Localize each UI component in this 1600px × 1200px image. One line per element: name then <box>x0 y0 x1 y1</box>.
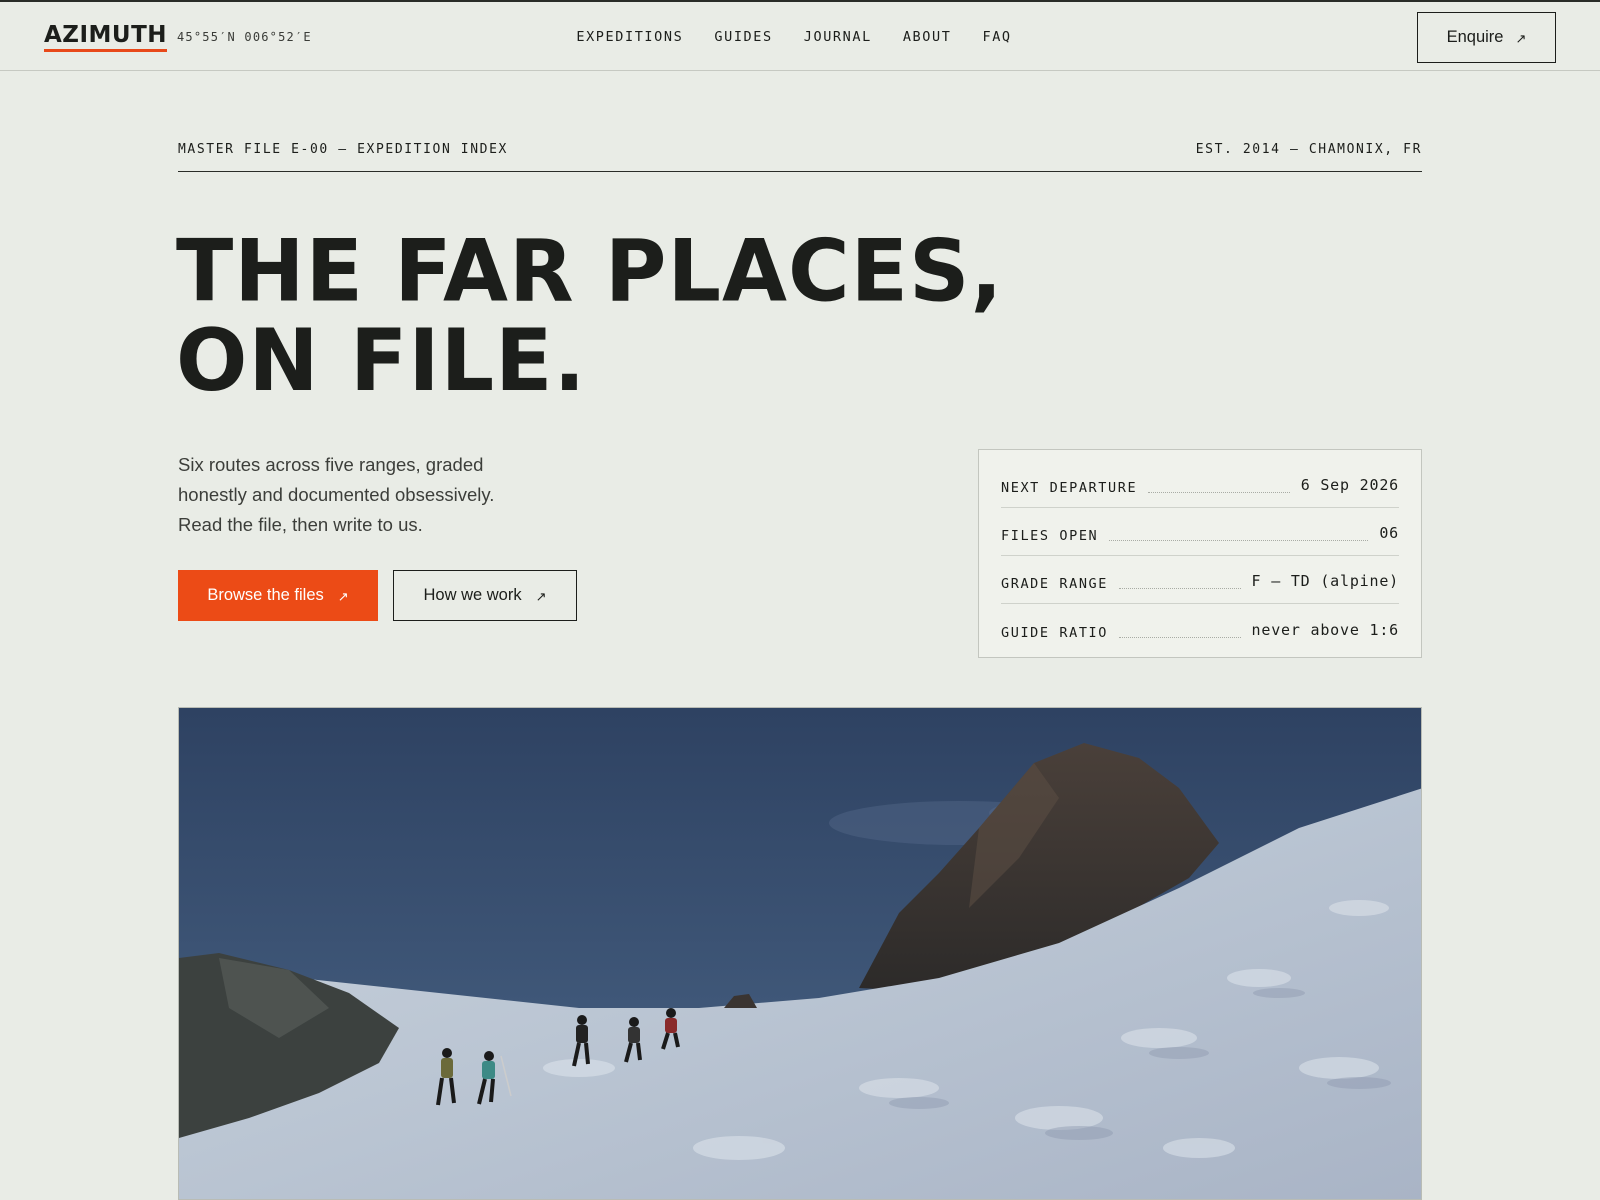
nav-item-faq[interactable]: FAQ <box>982 29 1011 45</box>
spec-value: never above 1:6 <box>1251 621 1399 639</box>
headline-line-1: THE FAR PLACES, <box>176 220 1004 321</box>
spec-row-grade-range: GRADE RANGE F — TD (alpine) <box>1001 556 1399 604</box>
brand-coordinates: 45°55′N 006°52′E <box>177 30 312 44</box>
spec-value: 6 Sep 2026 <box>1300 476 1399 494</box>
hero-meta-row: MASTER FILE E-00 — EXPEDITION INDEX EST.… <box>178 142 1422 172</box>
nav-item-journal[interactable]: JOURNAL <box>804 29 872 45</box>
top-bar: AZIMUTH 45°55′N 006°52′E EXPEDITIONS GUI… <box>0 0 1600 71</box>
enquire-button-label: Enquire <box>1446 28 1504 46</box>
spec-row-next-departure: NEXT DEPARTURE 6 Sep 2026 <box>1001 460 1399 508</box>
glacier-illustration <box>179 708 1421 1199</box>
spec-label: GRADE RANGE <box>1001 576 1109 592</box>
spec-row-guide-ratio: GUIDE RATIO never above 1:6 <box>1001 604 1399 652</box>
expedition-spec-card: NEXT DEPARTURE 6 Sep 2026 FILES OPEN 06 … <box>978 449 1422 658</box>
spec-row-files-open: FILES OPEN 06 <box>1001 508 1399 556</box>
hero-photo-glacier-climbers <box>178 707 1422 1200</box>
how-we-work-label: How we work <box>423 586 522 604</box>
browse-files-button[interactable]: Browse the files ↗ <box>178 570 378 621</box>
spec-label: FILES OPEN <box>1001 528 1099 544</box>
arrow-up-right-icon: ↗ <box>535 588 547 604</box>
established-label: EST. 2014 — CHAMONIX, FR <box>1195 142 1422 157</box>
brand-logo[interactable]: AZIMUTH <box>44 22 168 52</box>
dotted-leader <box>1109 540 1369 541</box>
how-we-work-button[interactable]: How we work ↗ <box>393 570 577 621</box>
nav-item-expeditions[interactable]: EXPEDITIONS <box>576 29 683 45</box>
spec-label: GUIDE RATIO <box>1001 625 1109 641</box>
headline-line-2: ON FILE. <box>176 310 587 411</box>
hero-lede: Six routes across five ranges, graded ho… <box>178 454 495 535</box>
dotted-leader <box>1119 588 1241 589</box>
arrow-up-right-icon: ↗ <box>1515 30 1527 46</box>
spec-label: NEXT DEPARTURE <box>1001 480 1138 496</box>
file-label: MASTER FILE E-00 — EXPEDITION INDEX <box>178 142 508 157</box>
spec-value: 06 <box>1379 524 1399 542</box>
nav-item-guides[interactable]: GUIDES <box>714 29 772 45</box>
nav-item-about[interactable]: ABOUT <box>903 29 952 45</box>
dotted-leader <box>1148 492 1290 493</box>
enquire-button[interactable]: Enquire ↗ <box>1417 12 1556 63</box>
arrow-up-right-icon: ↗ <box>337 588 349 604</box>
dotted-leader <box>1119 637 1241 638</box>
browse-files-label: Browse the files <box>207 586 324 604</box>
page-title: THE FAR PLACES, ON FILE. <box>176 226 1003 406</box>
spec-value: F — TD (alpine) <box>1251 572 1399 590</box>
